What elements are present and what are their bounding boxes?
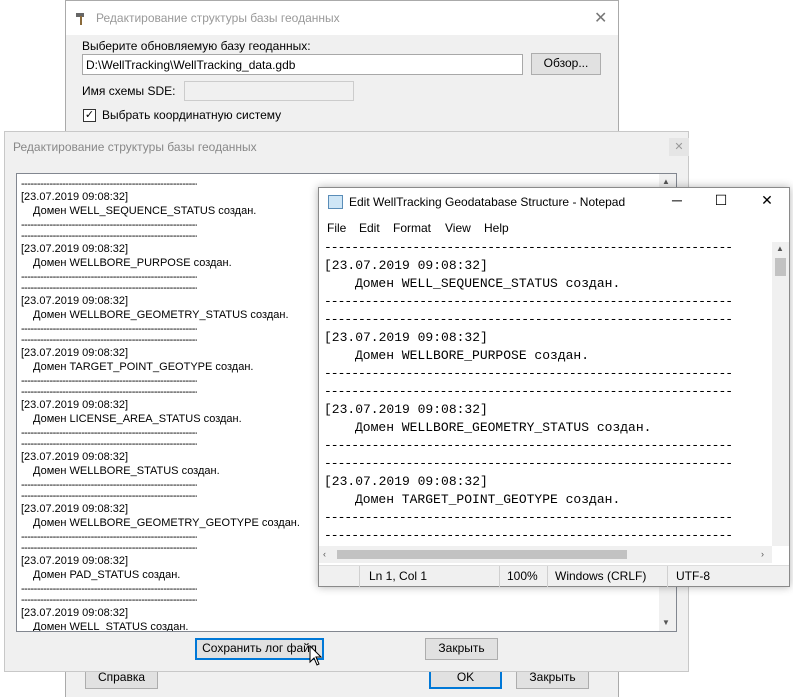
text-message: Домен WELLBORE_PURPOSE создан. [355, 348, 590, 363]
text-timestamp: [23.07.2019 09:08:32] [324, 330, 488, 345]
notepad-statusbar: Ln 1, Col 1 100% Windows (CRLF) UTF-8 [319, 565, 789, 587]
log-timestamp: [23.07.2019 09:08:32] [21, 555, 129, 567]
log-entry: ----------------------------------------… [21, 282, 289, 335]
scroll-left-icon[interactable]: ‹ [323, 549, 326, 559]
log-dialog-title: Редактирование структуры базы геоданных [13, 140, 257, 154]
mouse-cursor-icon [309, 645, 323, 666]
log-entry: ----------------------------------------… [21, 594, 197, 632]
notepad-menubar: File Edit Format View Help [319, 218, 789, 240]
text-separator: ----------------------------------------… [324, 294, 733, 309]
notepad-text-area[interactable]: ----------------------------------------… [319, 242, 771, 546]
text-timestamp: [23.07.2019 09:08:32] [324, 402, 488, 417]
back-dialog-titlebar: Редактирование структуры базы геоданных … [66, 1, 618, 35]
sde-schema-field[interactable] [184, 81, 354, 101]
log-separator: ----------------------------------------… [21, 386, 197, 398]
menu-edit[interactable]: Edit [359, 221, 380, 235]
log-entry: ----------------------------------------… [21, 230, 232, 283]
notepad-icon [328, 195, 343, 209]
log-message: Домен WELLBORE_PURPOSE создан. [33, 257, 232, 269]
log-separator: ----------------------------------------… [21, 230, 197, 242]
scroll-right-icon[interactable]: › [761, 549, 764, 559]
log-message: Домен TARGET_POINT_GEOTYPE создан. [33, 361, 254, 373]
notepad-horizontal-scrollbar[interactable]: ‹ › [319, 546, 772, 563]
log-separator: ----------------------------------------… [21, 282, 197, 294]
encoding: UTF-8 [676, 569, 710, 583]
text-separator: ----------------------------------------… [324, 528, 733, 543]
line-endings: Windows (CRLF) [555, 569, 647, 583]
log-separator: ----------------------------------------… [21, 438, 197, 450]
db-path-field[interactable]: D:\WellTracking\WellTracking_data.gdb [82, 54, 523, 75]
scroll-up-icon[interactable]: ▲ [776, 244, 784, 253]
log-entry: ----------------------------------------… [21, 490, 300, 543]
sde-schema-label: Имя схемы SDE: [82, 84, 176, 98]
log-timestamp: [23.07.2019 09:08:32] [21, 295, 129, 307]
maximize-icon[interactable]: ☐ [709, 192, 733, 209]
log-entry: ----------------------------------------… [21, 438, 220, 491]
close-icon[interactable]: ✕ [755, 192, 779, 209]
log-entry: ----------------------------------------… [21, 178, 256, 231]
log-message: Домен WELL_STATUS создан. [33, 621, 189, 632]
notepad-window: Edit WellTracking Geodatabase Structure … [318, 187, 790, 587]
text-timestamp: [23.07.2019 09:08:32] [324, 474, 488, 489]
zoom-level: 100% [507, 569, 538, 583]
menu-format[interactable]: Format [393, 221, 431, 235]
log-timestamp: [23.07.2019 09:08:32] [21, 451, 129, 463]
log-entry: ----------------------------------------… [21, 334, 253, 387]
text-message: Домен WELL_SEQUENCE_STATUS создан. [355, 276, 621, 291]
log-entry: ----------------------------------------… [21, 386, 242, 439]
log-message: Домен PAD_STATUS создан. [33, 569, 181, 581]
scroll-thumb[interactable] [337, 550, 627, 559]
select-db-label: Выберите обновляемую базу геоданных: [82, 39, 311, 53]
cursor-position: Ln 1, Col 1 [369, 569, 428, 583]
log-separator: ----------------------------------------… [21, 334, 197, 346]
log-message: Домен WELLBORE_GEOMETRY_STATUS создан. [33, 309, 289, 321]
log-separator: ----------------------------------------… [21, 542, 197, 554]
log-entry: ----------------------------------------… [21, 542, 197, 595]
menu-file[interactable]: File [327, 221, 346, 235]
notepad-title: Edit WellTracking Geodatabase Structure … [349, 195, 626, 209]
text-message: Домен WELLBORE_GEOMETRY_STATUS создан. [355, 420, 652, 435]
text-separator: ----------------------------------------… [324, 456, 733, 471]
log-message: Домен WELL_SEQUENCE_STATUS создан. [33, 205, 257, 217]
text-separator: ----------------------------------------… [324, 366, 733, 381]
log-separator: ----------------------------------------… [21, 178, 197, 190]
coord-system-checkbox[interactable]: ✓ [83, 109, 96, 122]
text-timestamp: [23.07.2019 09:08:32] [324, 258, 488, 273]
back-dialog-title: Редактирование структуры базы геоданных [96, 11, 340, 25]
coord-system-label: Выбрать координатную систему [102, 108, 282, 122]
text-separator: ----------------------------------------… [324, 510, 733, 525]
log-timestamp: [23.07.2019 09:08:32] [21, 347, 129, 359]
log-separator: ----------------------------------------… [21, 594, 197, 606]
log-timestamp: [23.07.2019 09:08:32] [21, 191, 129, 203]
hammer-icon [76, 13, 84, 25]
browse-button[interactable]: Обзор... [531, 53, 601, 75]
log-message: Домен LICENSE_AREA_STATUS создан. [33, 413, 242, 425]
scroll-up-icon[interactable]: ▲ [662, 177, 670, 186]
save-log-button[interactable]: Сохранить лог файл [195, 638, 324, 660]
minimize-icon[interactable]: ─ [665, 192, 689, 208]
menu-help[interactable]: Help [484, 221, 509, 235]
scroll-thumb[interactable] [775, 258, 786, 276]
log-timestamp: [23.07.2019 09:08:32] [21, 243, 129, 255]
log-timestamp: [23.07.2019 09:08:32] [21, 503, 129, 515]
log-message: Домен WELLBORE_GEOMETRY_GEOTYPE создан. [33, 517, 300, 529]
text-separator: ----------------------------------------… [324, 312, 733, 327]
menu-view[interactable]: View [445, 221, 471, 235]
text-separator: ----------------------------------------… [324, 242, 733, 255]
log-message: Домен WELLBORE_STATUS создан. [33, 465, 220, 477]
close-icon[interactable]: ✕ [669, 138, 689, 156]
text-separator: ----------------------------------------… [324, 384, 733, 399]
close-icon[interactable]: ✕ [594, 8, 607, 28]
log-close-button[interactable]: Закрыть [425, 638, 498, 660]
text-message: Домен TARGET_POINT_GEOTYPE создан. [355, 492, 621, 507]
notepad-vertical-scrollbar[interactable]: ▲ [772, 242, 789, 546]
scroll-down-icon[interactable]: ▼ [662, 618, 670, 627]
log-timestamp: [23.07.2019 09:08:32] [21, 607, 129, 619]
log-separator: ----------------------------------------… [21, 490, 197, 502]
text-separator: ----------------------------------------… [324, 438, 733, 453]
log-timestamp: [23.07.2019 09:08:32] [21, 399, 129, 411]
